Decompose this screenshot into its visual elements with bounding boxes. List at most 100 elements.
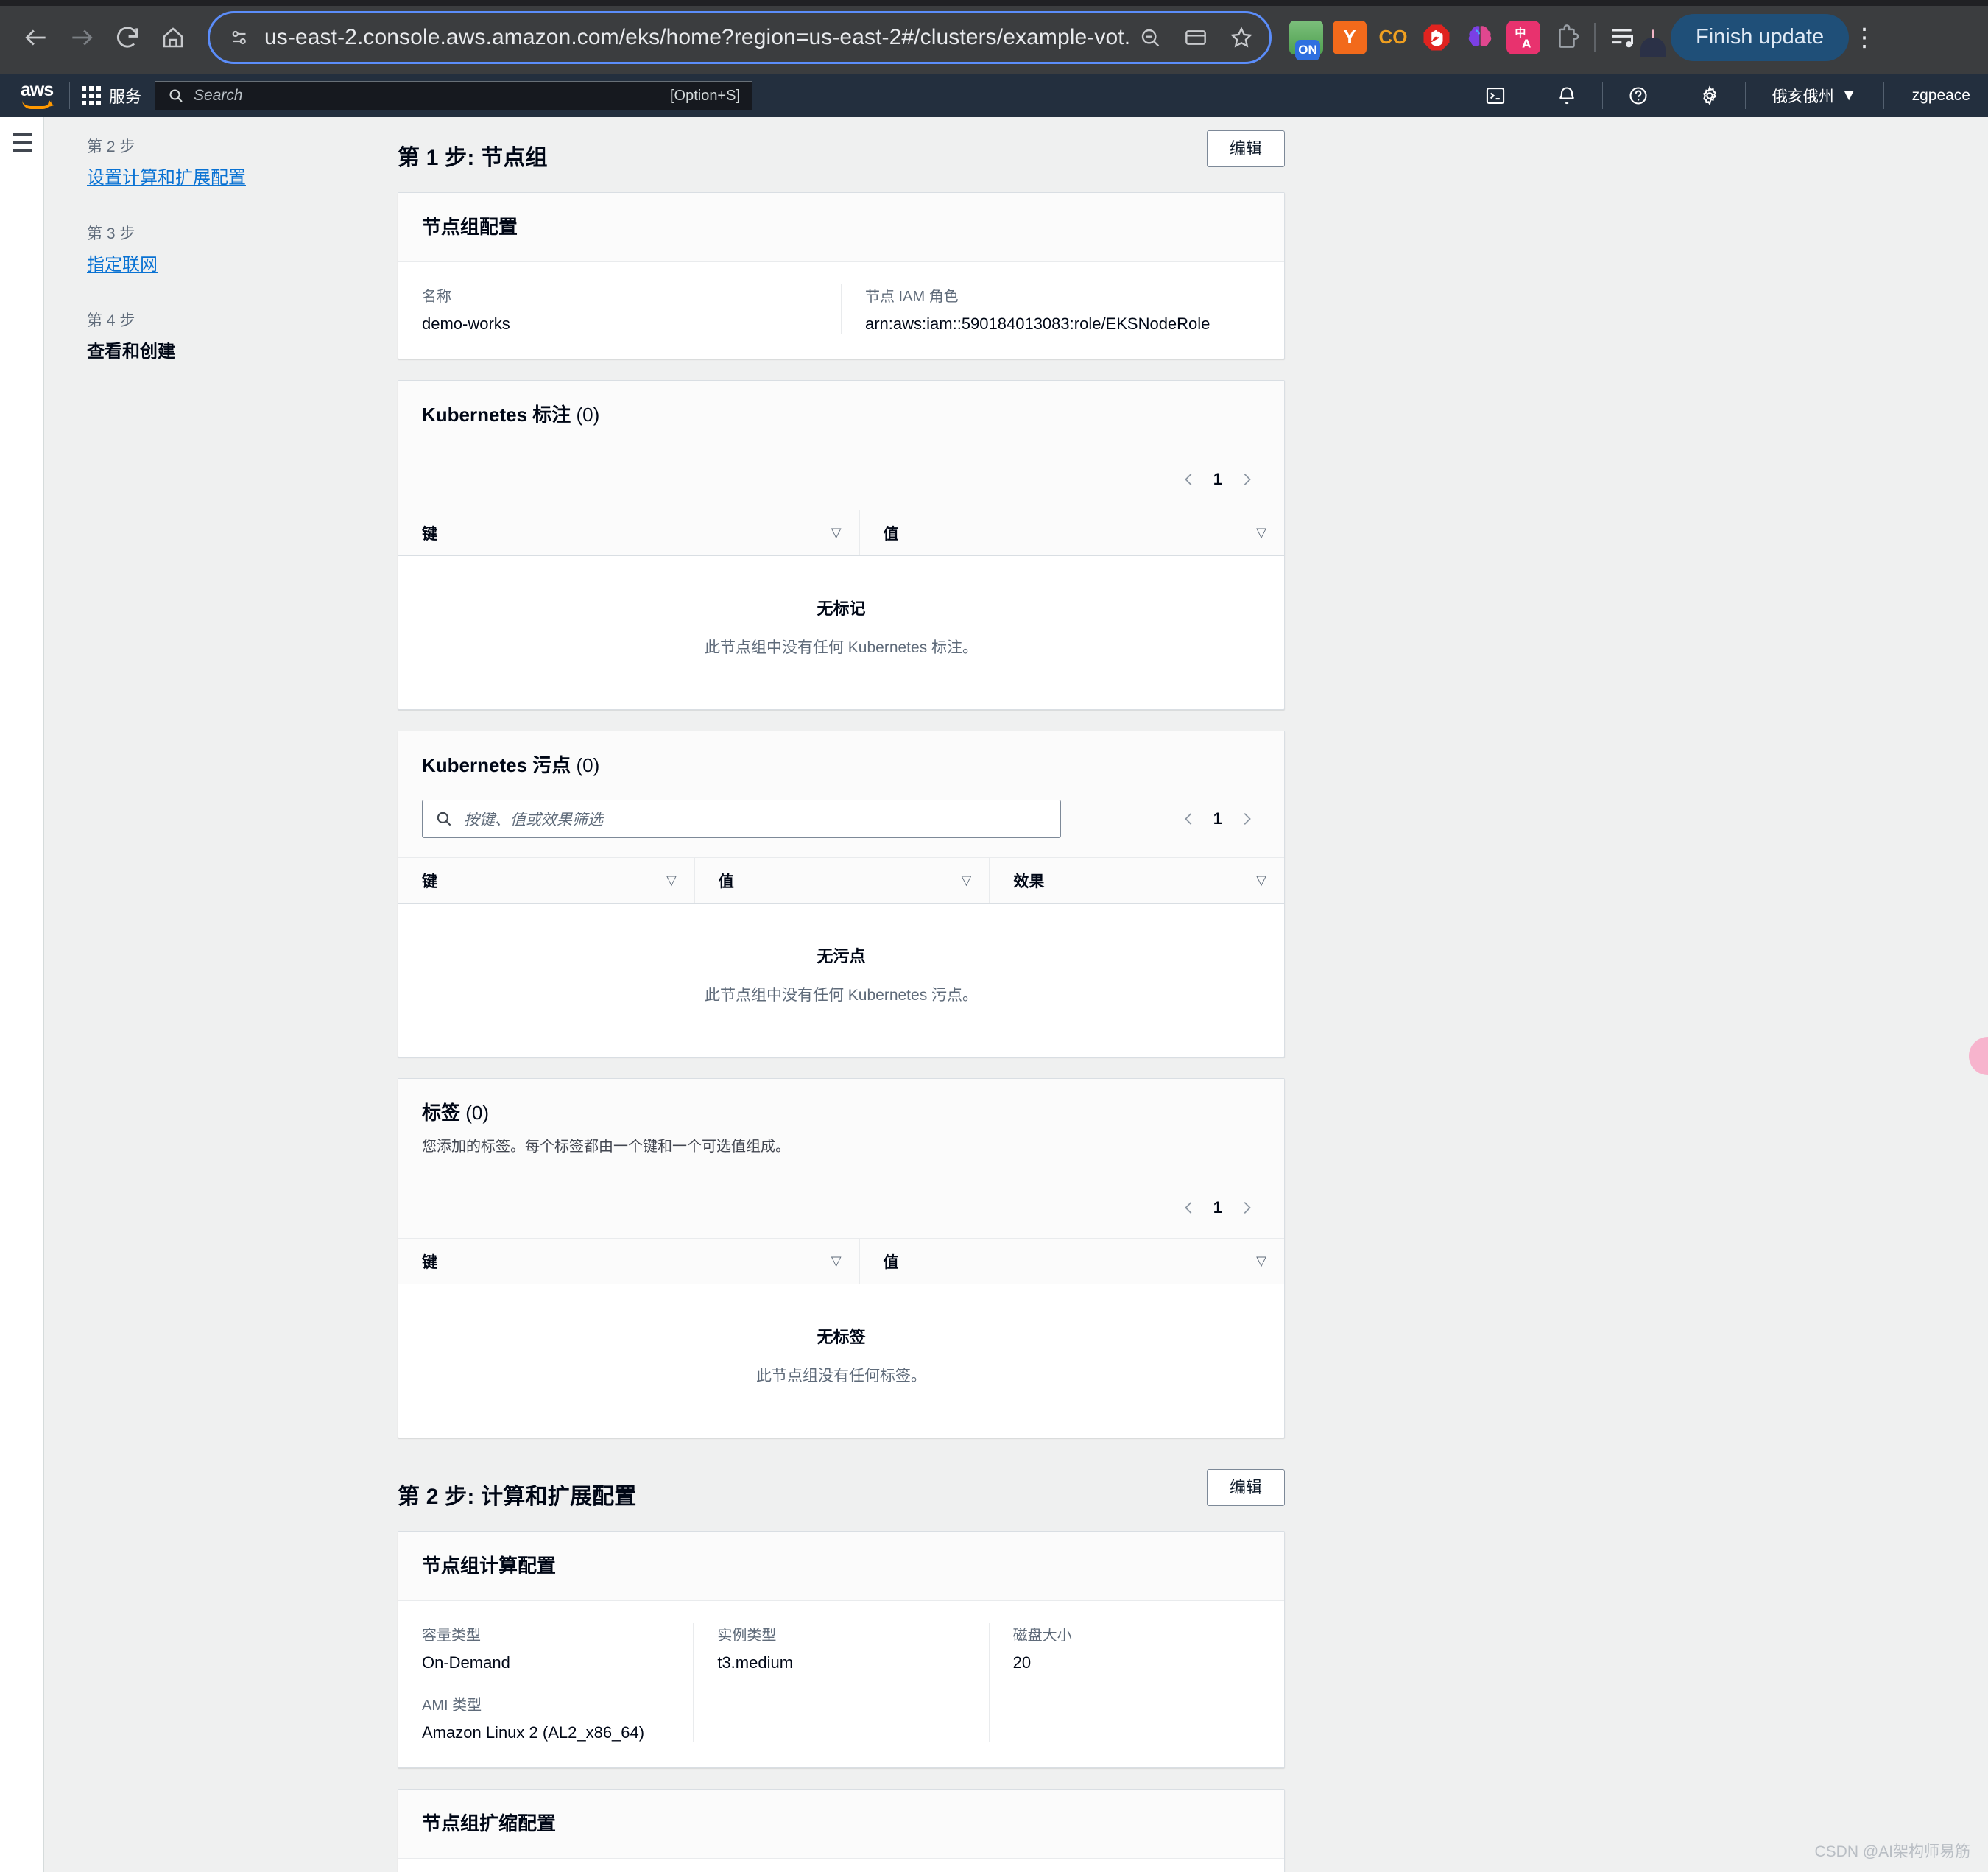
left-rail xyxy=(0,117,44,1872)
step1-title: 第 1 步: 节点组 xyxy=(398,146,548,170)
wizard-navigation: 第 2 步 设置计算和扩展配置 第 3 步 指定联网 第 4 步 查看和创建 xyxy=(45,117,309,379)
cloudshell-icon[interactable] xyxy=(1472,85,1519,106)
column-header-key[interactable]: 键 ▽ xyxy=(398,1239,859,1284)
zoom-out-icon[interactable] xyxy=(1131,18,1169,57)
step1-edit-button[interactable]: 编辑 xyxy=(1206,130,1285,167)
payment-methods-icon[interactable] xyxy=(1177,18,1215,57)
prev-page-icon[interactable] xyxy=(1181,1197,1197,1219)
column-header-value[interactable]: 值 ▽ xyxy=(694,858,990,903)
wizard-step-2[interactable]: 第 2 步 设置计算和扩展配置 xyxy=(87,135,309,205)
settings-gear-icon[interactable] xyxy=(1686,85,1733,106)
adblock-extension-icon[interactable] xyxy=(1420,21,1453,54)
coursera-extension-icon[interactable]: CO xyxy=(1376,21,1410,54)
help-icon[interactable] xyxy=(1615,85,1662,106)
sort-icon[interactable]: ▽ xyxy=(666,873,677,888)
tags-description: 您添加的标签。每个标签都由一个键和一个可选值组成。 xyxy=(422,1139,790,1155)
console-search-input[interactable]: Search [Option+S] xyxy=(155,81,753,110)
compute-col-3: 磁盘大小 20 xyxy=(988,1623,1284,1742)
translate-extension-icon[interactable]: 中A xyxy=(1506,20,1540,54)
next-page-icon[interactable] xyxy=(1238,808,1255,830)
empty-subtitle: 此节点组没有任何标签。 xyxy=(756,1368,926,1384)
search-placeholder: Search xyxy=(194,87,243,104)
finish-update-button[interactable]: Finish update xyxy=(1671,13,1850,61)
current-page[interactable]: 1 xyxy=(1213,470,1222,489)
wizard-step-3-number: 第 3 步 xyxy=(87,225,135,242)
node-group-config-header: 节点组配置 xyxy=(398,193,1284,262)
sort-icon[interactable]: ▽ xyxy=(831,525,842,541)
taints-filter-input[interactable]: 按键、值或效果筛选 xyxy=(422,800,1061,838)
aws-logo[interactable]: aws xyxy=(16,81,57,109)
current-page[interactable]: 1 xyxy=(1213,809,1222,828)
field-node-iam-role: 节点 IAM 角色 arn:aws:iam::590184013083:role… xyxy=(841,284,1284,334)
wizard-step-2-link[interactable]: 设置计算和扩展配置 xyxy=(87,163,309,189)
field-name-label: 名称 xyxy=(422,289,451,305)
node-group-compute-title: 节点组计算配置 xyxy=(422,1555,557,1577)
aws-console-header: aws 服务 Search [Option+S] 俄亥俄州 ▼ zgpeace xyxy=(0,74,1988,117)
tags-empty-state: 无标签 此节点组没有任何标签。 xyxy=(398,1284,1284,1438)
field-ami-type-value: Amazon Linux 2 (AL2_x86_64) xyxy=(422,1723,645,1742)
prev-page-icon[interactable] xyxy=(1181,468,1197,490)
puzzle-extensions-icon[interactable] xyxy=(1550,21,1584,54)
column-header-value[interactable]: 值 ▽ xyxy=(859,1239,1284,1284)
prev-page-icon[interactable] xyxy=(1181,808,1197,830)
empty-subtitle: 此节点组中没有任何 Kubernetes 污点。 xyxy=(704,987,979,1004)
wizard-step-4[interactable]: 第 4 步 查看和创建 xyxy=(87,292,309,379)
site-settings-icon[interactable] xyxy=(229,27,251,49)
current-page[interactable]: 1 xyxy=(1213,1198,1222,1217)
browser-menu-icon[interactable]: ⋮ xyxy=(1852,25,1877,50)
notifications-bell-icon[interactable] xyxy=(1543,85,1590,106)
reload-icon[interactable] xyxy=(105,15,150,60)
column-header-effect[interactable]: 效果 ▽ xyxy=(989,858,1284,903)
column-header-key[interactable]: 键 ▽ xyxy=(398,858,694,903)
empty-title: 无标记 xyxy=(817,599,866,618)
field-disk-size-label: 磁盘大小 xyxy=(1012,1628,1072,1644)
column-header-key[interactable]: 键 ▽ xyxy=(398,510,859,555)
kubernetes-labels-toolbar: 1 xyxy=(398,449,1284,510)
wizard-step-3[interactable]: 第 3 步 指定联网 xyxy=(87,205,309,292)
search-shortcut: [Option+S] xyxy=(669,87,741,104)
search-icon xyxy=(167,87,185,105)
node-group-config-card: 节点组配置 名称 demo-works 节点 IAM 角色 arn:aws:ia… xyxy=(398,192,1285,359)
region-selector[interactable]: 俄亥俄州 ▼ xyxy=(1758,85,1872,107)
grid-menu-icon xyxy=(82,86,101,105)
url-text[interactable]: us-east-2.console.aws.amazon.com/eks/hom… xyxy=(264,25,1131,50)
tags-toolbar: 1 xyxy=(398,1178,1284,1239)
kubernetes-labels-table-header: 键 ▽ 值 ▽ xyxy=(398,510,1284,556)
hamburger-menu-icon[interactable] xyxy=(13,133,32,157)
forward-icon[interactable] xyxy=(59,15,105,60)
sort-icon[interactable]: ▽ xyxy=(1256,525,1266,541)
sort-icon[interactable]: ▽ xyxy=(831,1253,842,1269)
sort-icon[interactable]: ▽ xyxy=(1256,1253,1266,1269)
kubernetes-labels-pagination: 1 xyxy=(1181,468,1255,490)
brain-extension-icon[interactable] xyxy=(1463,21,1497,54)
media-playlist-icon[interactable] xyxy=(1606,21,1640,54)
account-menu[interactable]: zgpeace xyxy=(1896,87,1970,105)
services-label: 服务 xyxy=(109,88,142,106)
profile-avatar[interactable] xyxy=(1652,29,1654,45)
svg-text:A: A xyxy=(1522,37,1531,50)
onetab-extension-icon[interactable]: ON xyxy=(1289,20,1323,60)
field-capacity-type-value: On-Demand xyxy=(422,1653,510,1672)
address-bar[interactable]: us-east-2.console.aws.amazon.com/eks/hom… xyxy=(208,10,1272,64)
column-header-value[interactable]: 值 ▽ xyxy=(859,510,1284,555)
node-group-config-title: 节点组配置 xyxy=(422,216,518,238)
yandex-extension-icon[interactable]: Y xyxy=(1333,20,1367,54)
sort-icon[interactable]: ▽ xyxy=(1256,873,1266,888)
next-page-icon[interactable] xyxy=(1238,1197,1255,1219)
node-group-config-fields: 名称 demo-works 节点 IAM 角色 arn:aws:iam::590… xyxy=(398,262,1284,359)
field-instance-type-label: 实例类型 xyxy=(717,1628,777,1644)
bookmark-star-icon[interactable] xyxy=(1222,18,1261,57)
empty-subtitle: 此节点组中没有任何 Kubernetes 标注。 xyxy=(704,639,979,656)
tags-title: 标签 (0) xyxy=(422,1098,1261,1125)
back-icon[interactable] xyxy=(13,15,59,60)
wizard-step-3-link[interactable]: 指定联网 xyxy=(87,250,309,275)
sort-icon[interactable]: ▽ xyxy=(962,873,972,888)
empty-title: 无污点 xyxy=(817,947,866,965)
step2-edit-button[interactable]: 编辑 xyxy=(1206,1469,1285,1506)
tags-count: (0) xyxy=(465,1102,490,1124)
services-menu-button[interactable]: 服务 xyxy=(82,84,141,108)
floating-widget-icon[interactable] xyxy=(1969,1037,1988,1075)
home-icon[interactable] xyxy=(150,15,196,60)
next-page-icon[interactable] xyxy=(1238,468,1255,490)
header-divider xyxy=(69,82,70,109)
